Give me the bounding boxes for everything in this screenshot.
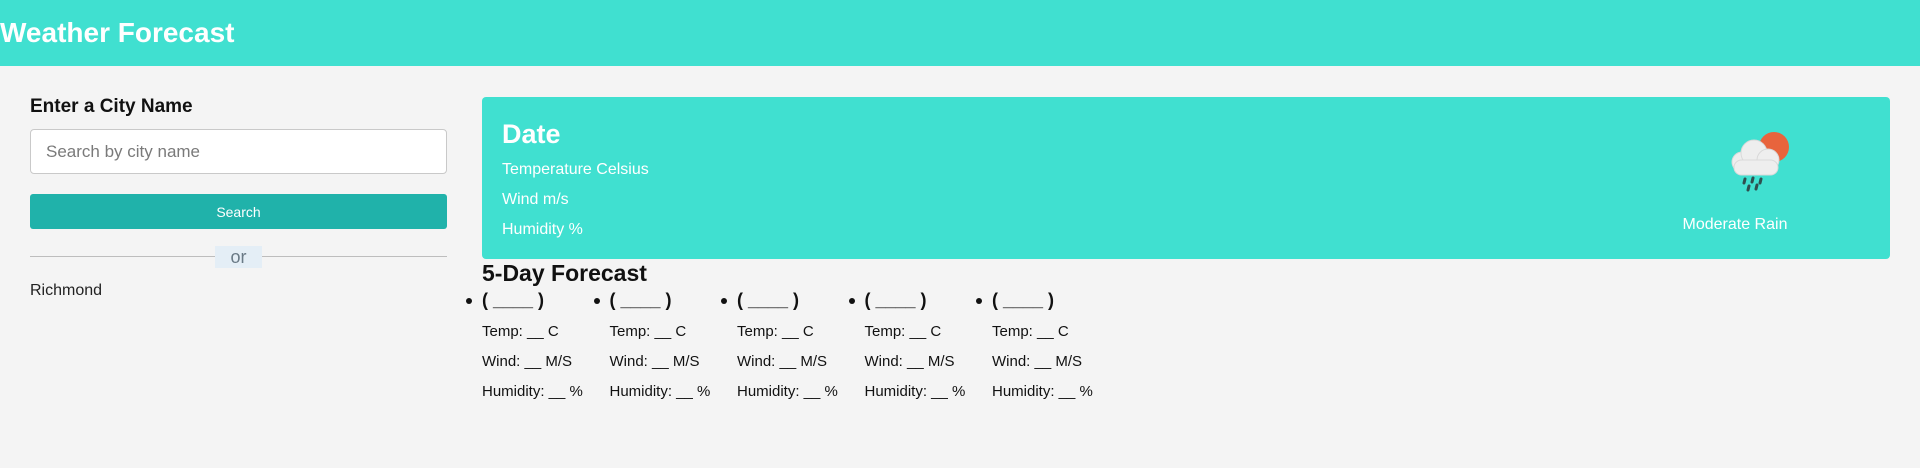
current-date: Date xyxy=(502,119,561,149)
forecast-day-item: ( ____ ) Temp: __ C Wind: __ M/S Humidit… xyxy=(593,287,738,401)
forecast-humidity: Humidity: __ % xyxy=(737,383,838,400)
forecast-title: 5-Day Forecast xyxy=(482,260,647,286)
cloud-sun-rain-icon xyxy=(1731,132,1789,192)
forecast-humidity: Humidity: __ % xyxy=(864,383,966,400)
or-divider: or xyxy=(30,246,447,268)
forecast-day-item: ( ____ ) Temp: __ C Wind: __ M/S Humidit… xyxy=(466,287,610,401)
city-search-input[interactable] xyxy=(30,129,447,174)
forecast-humidity: Humidity: __ % xyxy=(992,383,1093,400)
current-humidity: Humidity % xyxy=(502,221,583,238)
forecast-date: ( ____ ) xyxy=(992,290,1055,310)
forecast-wind: Wind: __ M/S xyxy=(482,353,573,370)
list-bullet xyxy=(976,298,982,304)
list-bullet xyxy=(593,298,600,304)
city-input-label: Enter a City Name xyxy=(30,96,193,117)
forecast-date: ( ____ ) xyxy=(864,290,927,310)
forecast-day-item: ( ____ ) Temp: __ C Wind: __ M/S Humidit… xyxy=(976,287,1120,401)
forecast-temp: Temp: __ C xyxy=(609,323,687,340)
current-weather-card: Date Temperature Celsius Wind m/s Humidi… xyxy=(482,97,1890,259)
forecast-day-item: ( ____ ) Temp: __ C Wind: __ M/S Humidit… xyxy=(721,287,865,401)
current-wind: Wind m/s xyxy=(502,191,569,208)
app-title: Weather Forecast xyxy=(0,17,235,48)
list-bullet xyxy=(848,298,855,304)
forecast-date: ( ____ ) xyxy=(609,290,672,310)
forecast-humidity: Humidity: __ % xyxy=(609,383,711,400)
list-bullet xyxy=(466,298,472,304)
search-sidebar: Enter a City Name Search or Richmond xyxy=(30,96,447,300)
forecast-temp: Temp: __ C xyxy=(992,323,1069,340)
forecast-wind: Wind: __ M/S xyxy=(864,353,955,370)
forecast-date: ( ____ ) xyxy=(737,290,800,310)
forecast-humidity: Humidity: __ % xyxy=(482,383,583,400)
forecast-day-item: ( ____ ) Temp: __ C Wind: __ M/S Humidit… xyxy=(848,287,993,401)
current-temperature: Temperature Celsius xyxy=(502,161,649,178)
forecast-date: ( ____ ) xyxy=(482,290,545,310)
forecast-temp: Temp: __ C xyxy=(737,323,814,340)
weather-description: Moderate Rain xyxy=(1682,216,1788,233)
divider-or-label: or xyxy=(215,246,262,268)
history-city-item[interactable]: Richmond xyxy=(30,282,447,300)
forecast-wind: Wind: __ M/S xyxy=(609,353,700,370)
forecast-temp: Temp: __ C xyxy=(864,323,942,340)
app-header: Weather Forecast xyxy=(0,0,1920,66)
forecast-wind: Wind: __ M/S xyxy=(737,353,828,370)
list-bullet xyxy=(721,298,727,304)
forecast-wind: Wind: __ M/S xyxy=(992,353,1083,370)
forecast-list: ( ____ ) Temp: __ C Wind: __ M/S Humidit… xyxy=(466,287,1120,401)
search-button[interactable]: Search xyxy=(30,194,447,229)
forecast-temp: Temp: __ C xyxy=(482,323,559,340)
